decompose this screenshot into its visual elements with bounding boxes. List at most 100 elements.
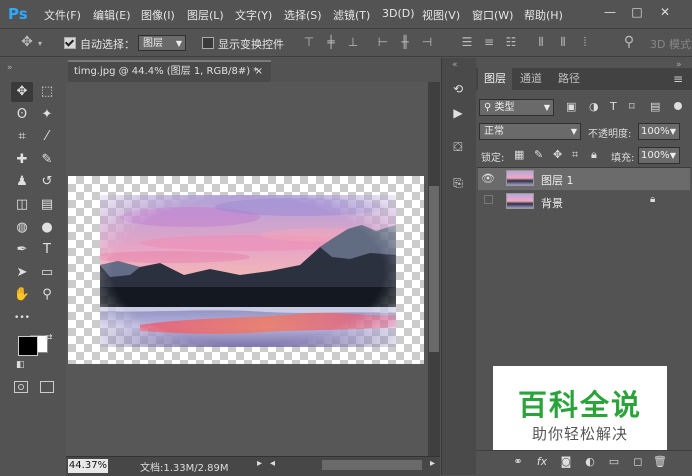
healing-brush-tool-icon[interactable]: ✚	[11, 150, 33, 170]
distribute-hcenter-icon[interactable]: ⫴	[556, 35, 570, 49]
default-colors-icon[interactable]: ◧	[16, 360, 25, 370]
align-left-icon[interactable]: ⊢	[376, 35, 390, 49]
layer1-name[interactable]: 图层 1	[541, 172, 574, 188]
distribute-top-icon[interactable]: ☰	[460, 35, 474, 49]
crop-tool-icon[interactable]: ⌗	[11, 127, 33, 147]
scroll-right-icon[interactable]: ▸	[430, 458, 435, 469]
menu-edit[interactable]: 编辑(E)	[93, 7, 131, 23]
fill-field[interactable]: 100% ▼	[638, 147, 680, 164]
menu-window[interactable]: 窗口(W)	[472, 7, 513, 23]
align-right-icon[interactable]: ⊣	[420, 35, 434, 49]
filter-adjustment-icon[interactable]: ◑	[589, 100, 599, 113]
path-selection-tool-icon[interactable]: ➤	[11, 263, 33, 283]
search-icon[interactable]: ⚲	[622, 35, 636, 49]
actions-play-icon[interactable]: ▶	[448, 104, 468, 122]
properties-icon[interactable]: ⎘	[448, 174, 468, 192]
history-icon[interactable]: ⟲	[448, 80, 468, 98]
menu-layer[interactable]: 图层(L)	[187, 7, 224, 23]
filter-type-icon[interactable]: T	[610, 100, 617, 113]
layer-filter-dropdown[interactable]: ⚲ 类型 ▼	[479, 99, 554, 116]
new-group-folder-icon[interactable]: ▭	[606, 454, 622, 470]
move-options-icon[interactable]: ✥	[20, 35, 34, 49]
maximize-button[interactable]: □	[628, 3, 646, 21]
eraser-tool-icon[interactable]: ◫	[11, 195, 33, 215]
3d-panel-icon[interactable]: ⛋	[448, 138, 468, 156]
vertical-scrollbar-thumb[interactable]	[429, 186, 439, 352]
gradient-tool-icon[interactable]: ▤	[36, 195, 58, 215]
distribute-bottom-icon[interactable]: ☷	[504, 35, 518, 49]
layer-effects-fx-icon[interactable]: fx	[534, 454, 550, 470]
menu-type[interactable]: 文字(Y)	[235, 7, 272, 23]
menu-filter[interactable]: 滤镜(T)	[333, 7, 370, 23]
foreground-color-swatch[interactable]	[18, 336, 38, 356]
move-tool-icon[interactable]: ✥	[11, 82, 33, 102]
distribute-left-icon[interactable]: ⦀	[534, 35, 548, 49]
lock-pixels-icon[interactable]: ✎	[534, 148, 543, 161]
menu-3d[interactable]: 3D(D)	[382, 7, 415, 20]
status-menu-arrow-icon[interactable]: ▸	[257, 458, 262, 469]
marquee-tool-icon[interactable]: ⬚	[36, 82, 58, 102]
shape-tool-icon[interactable]: ▭	[36, 263, 58, 283]
new-layer-icon[interactable]: ◻	[630, 454, 646, 470]
adjustment-layer-icon[interactable]: ◐	[582, 454, 598, 470]
document-info[interactable]: 文档:1.33M/2.89M	[140, 459, 229, 474]
lock-artboard-icon[interactable]: ⌗	[572, 148, 578, 162]
pen-tool-icon[interactable]: ✒	[11, 240, 33, 260]
blur-tool-icon[interactable]: ◍	[11, 218, 33, 238]
type-tool-icon[interactable]: T	[36, 240, 58, 260]
menu-select[interactable]: 选择(S)	[284, 7, 322, 23]
menu-help[interactable]: 帮助(H)	[524, 7, 563, 23]
tab-paths[interactable]: 路径	[552, 68, 586, 90]
filter-toggle-icon[interactable]	[674, 102, 682, 110]
hand-tool-icon[interactable]: ✋	[11, 285, 33, 305]
filter-pixel-icon[interactable]: ▣	[566, 100, 576, 113]
eyedropper-tool-icon[interactable]: ⁄	[36, 127, 58, 147]
tab-layers[interactable]: 图层	[478, 68, 512, 90]
lock-transparency-icon[interactable]: ▦	[514, 148, 524, 161]
tool-preset-chevron-icon[interactable]: ▾	[38, 39, 42, 48]
minimize-button[interactable]: —	[601, 3, 619, 21]
distribute-vcenter-icon[interactable]: ≡	[482, 35, 496, 49]
filter-shape-icon[interactable]: ⌑	[629, 100, 635, 113]
distribute-right-icon[interactable]: ⦙	[578, 35, 592, 49]
filter-smart-object-icon[interactable]: ▤	[650, 100, 660, 113]
document-tab[interactable]: timg.jpg @ 44.4% (图层 1, RGB/8#) * ×	[68, 60, 271, 82]
quick-mask-icon[interactable]	[14, 381, 28, 393]
history-brush-tool-icon[interactable]: ↺	[36, 172, 58, 192]
opacity-field[interactable]: 100% ▼	[638, 123, 680, 140]
background-thumbnail[interactable]	[506, 193, 534, 209]
strip-collapse-icon[interactable]: «	[452, 60, 458, 70]
auto-select-checkbox[interactable]	[64, 37, 76, 49]
horizontal-scrollbar-thumb[interactable]	[322, 460, 422, 470]
show-transform-checkbox[interactable]	[202, 37, 214, 49]
zoom-tool-icon[interactable]: ⚲	[36, 285, 58, 305]
link-layers-icon[interactable]: ⚭	[510, 454, 526, 470]
close-tab-icon[interactable]: ×	[255, 62, 263, 82]
more-tools-icon[interactable]: •••	[11, 308, 33, 328]
auto-select-target-dropdown[interactable]: 图层 ▼	[138, 35, 186, 51]
layer1-thumbnail[interactable]	[506, 170, 534, 186]
toolbox-collapse-icon[interactable]: »	[7, 63, 59, 75]
magic-wand-tool-icon[interactable]: ✦	[36, 105, 58, 125]
add-mask-icon[interactable]: ◙	[558, 454, 574, 470]
screen-mode-icon[interactable]	[40, 381, 54, 393]
align-hcenter-icon[interactable]: ╫	[398, 35, 412, 49]
menu-view[interactable]: 视图(V)	[422, 7, 460, 23]
zoom-level-field[interactable]: 44.37%	[68, 459, 108, 473]
menu-file[interactable]: 文件(F)	[44, 7, 81, 23]
lock-all-icon[interactable]: 🔒︎	[591, 148, 597, 162]
background-visibility-box[interactable]	[484, 195, 493, 204]
layer1-visibility-eye-icon[interactable]: 👁︎	[481, 172, 495, 186]
tab-channels[interactable]: 通道	[514, 68, 548, 90]
panel-menu-icon[interactable]: ≡	[673, 72, 683, 86]
clone-stamp-tool-icon[interactable]: ♟	[11, 172, 33, 192]
align-vcenter-icon[interactable]: ╪	[324, 35, 338, 49]
lasso-tool-icon[interactable]: ʘ	[11, 105, 33, 125]
menu-image[interactable]: 图像(I)	[141, 7, 175, 23]
delete-layer-trash-icon[interactable]: 🗑︎	[652, 454, 668, 470]
lock-position-icon[interactable]: ✥	[553, 148, 562, 161]
brush-tool-icon[interactable]: ✎	[36, 150, 58, 170]
align-bottom-icon[interactable]: ⊥	[346, 35, 360, 49]
dodge-tool-icon[interactable]: ●	[36, 218, 58, 238]
blend-mode-dropdown[interactable]: 正常 ▼	[479, 123, 581, 140]
